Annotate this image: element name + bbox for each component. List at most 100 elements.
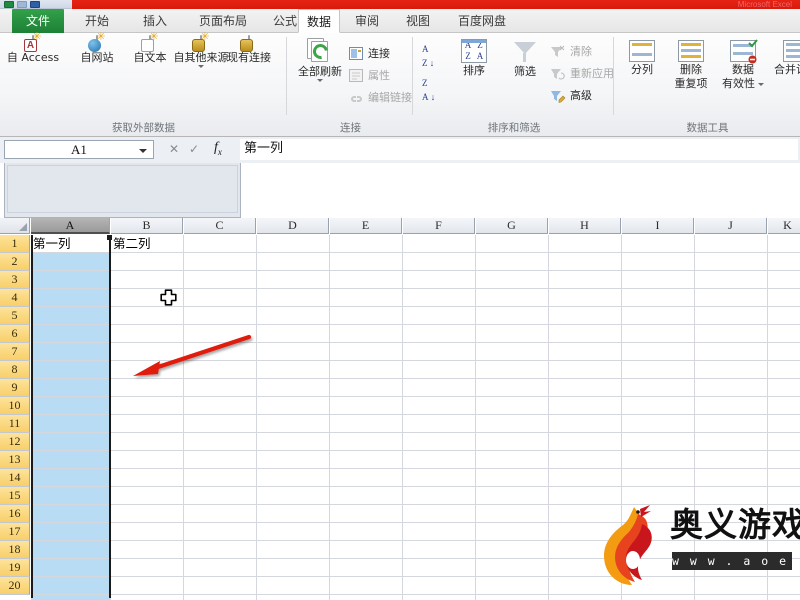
row-header-10[interactable]: 10 (0, 397, 30, 415)
formula-bar-expanded-panel[interactable] (4, 163, 241, 218)
consolidate-icon (783, 40, 800, 62)
button-sort-ascending[interactable]: AZ ↓ (422, 41, 434, 69)
properties-icon (349, 69, 363, 82)
gridline-h (31, 468, 800, 469)
insert-function-icon[interactable]: fx (214, 140, 222, 157)
remove-duplicates-icon (678, 40, 704, 62)
gridline-v (402, 235, 403, 600)
row-header-18[interactable]: 18 (0, 541, 30, 559)
undo-icon[interactable] (17, 1, 27, 8)
column-header-g[interactable]: G (476, 218, 548, 234)
button-sort[interactable]: AZZA 排序 (450, 36, 498, 77)
row-header-14[interactable]: 14 (0, 469, 30, 487)
formula-bar-buttons: ✕ ✓ (158, 139, 220, 160)
name-box[interactable]: A1 (4, 140, 154, 159)
gridline-v (548, 235, 549, 600)
row-header-7[interactable]: 7 (0, 343, 30, 361)
chevron-down-icon[interactable] (317, 79, 323, 82)
cell-a1[interactable]: 第一列 (31, 235, 110, 252)
chevron-down-icon[interactable] (758, 82, 764, 86)
sort-icon: AZZA (461, 39, 487, 63)
tab-data[interactable]: 数据 (298, 9, 340, 33)
name-box-value: A1 (71, 142, 87, 157)
connections-icon (349, 47, 363, 60)
button-advanced-filter[interactable]: 高级 (548, 85, 592, 106)
button-sort-descending[interactable]: ZA ↓ (422, 75, 435, 103)
row-header-4[interactable]: 4 (0, 289, 30, 307)
column-header-k[interactable]: K (768, 218, 800, 234)
button-remove-duplicates[interactable]: 删除 重复项 (665, 36, 717, 90)
formula-input[interactable]: 第一列 (240, 139, 798, 160)
column-header-f[interactable]: F (403, 218, 475, 234)
group-label-connections: 连接 (340, 122, 361, 134)
tab-insert[interactable]: 插入 (133, 9, 177, 33)
row-header-16[interactable]: 16 (0, 505, 30, 523)
cell-b1[interactable]: 第二列 (113, 235, 151, 252)
column-header-j[interactable]: J (695, 218, 767, 234)
cancel-icon[interactable]: ✕ (164, 139, 184, 160)
tab-baidu-netdisk[interactable]: 百度网盘 (448, 9, 516, 33)
selection-fill-handle[interactable] (107, 235, 112, 240)
gridline-h (31, 288, 800, 289)
data-validation-icon (730, 39, 758, 64)
button-existing-connections[interactable]: 现有连接 (216, 35, 282, 64)
column-header-c[interactable]: C (184, 218, 256, 234)
row-header-6[interactable]: 6 (0, 325, 30, 343)
column-header-a[interactable]: A (31, 218, 110, 234)
quick-access-toolbar[interactable] (0, 0, 72, 9)
button-consolidate[interactable]: 合并计算 (767, 36, 800, 76)
redo-icon[interactable] (30, 1, 40, 8)
button-properties: 属性 (346, 65, 390, 86)
button-refresh-all[interactable]: 全部刷新 (290, 36, 350, 82)
column-header-h[interactable]: H (549, 218, 621, 234)
column-header-i[interactable]: I (622, 218, 694, 234)
row-header-8[interactable]: 8 (0, 361, 30, 379)
row-header-1[interactable]: 1 (0, 235, 30, 253)
group-divider (286, 37, 287, 115)
row-header-5[interactable]: 5 (0, 307, 30, 325)
column-header-d[interactable]: D (257, 218, 329, 234)
row-header-13[interactable]: 13 (0, 451, 30, 469)
row-header-12[interactable]: 12 (0, 433, 30, 451)
row-header-3[interactable]: 3 (0, 271, 30, 289)
button-text-to-columns[interactable]: 分列 (619, 36, 665, 76)
refresh-all-icon (307, 38, 333, 64)
ribbon-group-external-data: ✳ A 自 Access ✳ 自网站 ✳ 自文本 ✳ 自其他来源 现有连接 获取… (0, 32, 287, 137)
group-label-external-data: 获取外部数据 (112, 122, 175, 134)
tab-file[interactable]: 文件 (12, 9, 64, 33)
ribbon-group-data-tools: 分列 删除 重复项 数据 有效性 合并 数据工具 (615, 33, 800, 137)
save-icon[interactable] (4, 1, 14, 8)
row-header-2[interactable]: 2 (0, 253, 30, 271)
button-filter[interactable]: 筛选 (501, 36, 549, 78)
gridline-h (31, 252, 800, 253)
row-header-11[interactable]: 11 (0, 415, 30, 433)
group-divider (613, 37, 614, 115)
row-header-20[interactable]: 20 (0, 577, 30, 595)
ribbon-tab-strip[interactable]: 文件 开始 插入 页面布局 公式 数据 审阅 视图 百度网盘 (0, 9, 800, 33)
tab-view[interactable]: 视图 (396, 9, 440, 33)
row-header-17[interactable]: 17 (0, 523, 30, 541)
enter-icon[interactable]: ✓ (184, 139, 204, 160)
tab-review[interactable]: 审阅 (345, 9, 389, 33)
button-connections[interactable]: 连接 (346, 43, 390, 64)
advanced-filter-icon (551, 91, 566, 103)
row-header-19[interactable]: 19 (0, 559, 30, 577)
button-from-access[interactable]: ✳ A 自 Access (2, 32, 64, 64)
column-header-b[interactable]: B (111, 218, 183, 234)
text-to-columns-icon (629, 40, 655, 62)
row-header-9[interactable]: 9 (0, 379, 30, 397)
gridline-h (31, 360, 800, 361)
watermark-url: w w w . a o e 1 . c o m (672, 552, 800, 570)
button-edit-links: 编辑链接 (346, 87, 412, 108)
row-header-15[interactable]: 15 (0, 487, 30, 505)
data-validation-label-2: 有效性 (718, 78, 768, 90)
button-data-validation[interactable]: 数据 有效性 (718, 36, 768, 90)
tab-home[interactable]: 开始 (75, 9, 119, 33)
chevron-down-icon[interactable] (198, 65, 204, 68)
tab-page-layout[interactable]: 页面布局 (189, 9, 257, 33)
column-header-e[interactable]: E (330, 218, 402, 234)
select-all-corner[interactable] (0, 218, 30, 234)
sort-ascending-icon: AZ ↓ (422, 44, 435, 68)
gridline-v (256, 235, 257, 600)
chevron-down-icon[interactable] (139, 149, 147, 153)
